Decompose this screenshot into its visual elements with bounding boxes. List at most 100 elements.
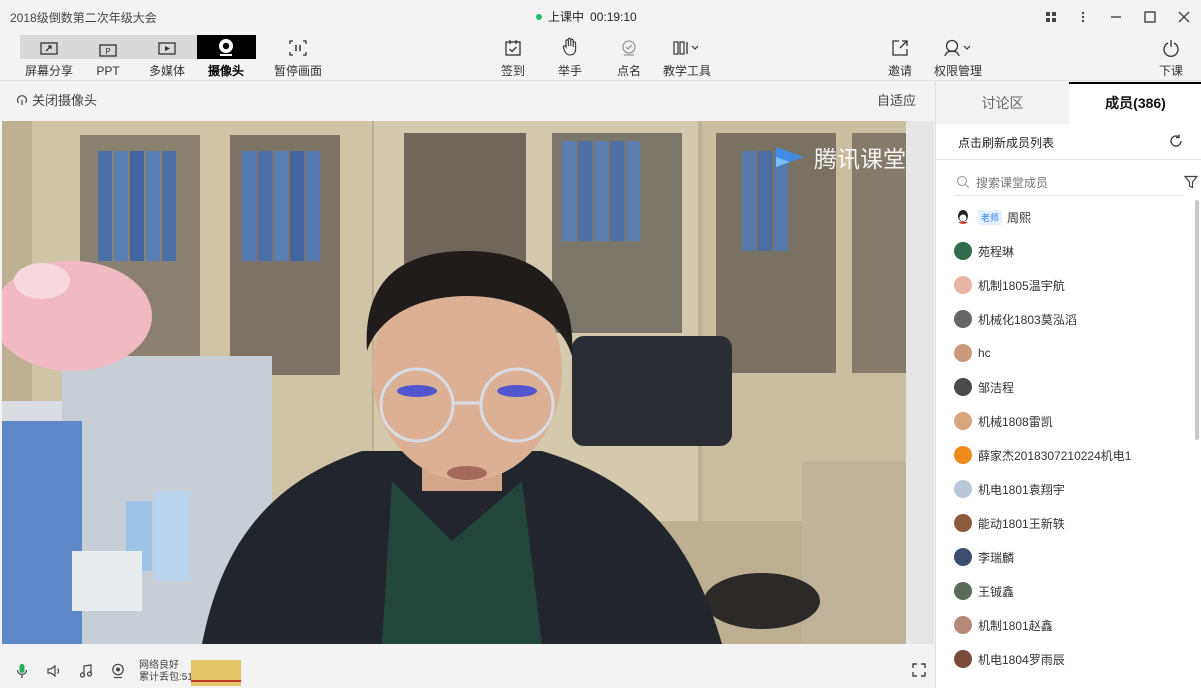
tool-invite[interactable]: 邀请 (871, 35, 929, 79)
minimize-button[interactable] (1099, 0, 1133, 33)
member-item[interactable]: 邹洁程 (954, 370, 1194, 404)
member-avatar (954, 582, 972, 600)
more-button[interactable] (1067, 0, 1099, 33)
end-class-icon (1163, 40, 1179, 57)
watermark-text: 腾讯课堂 (814, 146, 906, 172)
music-button[interactable] (77, 662, 95, 680)
tool-camera-label: 摄像头 (207, 64, 244, 78)
speaker-button[interactable] (45, 662, 63, 680)
member-avatar (954, 378, 972, 396)
member-item[interactable]: 王铖鑫 (954, 574, 1194, 608)
member-item[interactable]: 机电1801袁翔宇 (954, 472, 1194, 506)
microphone-icon (16, 664, 28, 678)
network-info: 网络良好 累计丢包:51 (139, 660, 193, 684)
close-camera-label: 关闭摄像头 (32, 93, 98, 108)
screen-share-icon (40, 42, 58, 55)
video-side-strip (906, 121, 934, 644)
member-avatar (954, 242, 972, 260)
member-avatar (954, 616, 972, 634)
camera-status-button[interactable] (109, 662, 127, 680)
member-item[interactable]: hc (954, 336, 1194, 370)
tool-teaching-tools-label: 教学工具 (662, 64, 711, 78)
more-vertical-icon (1081, 11, 1085, 22)
member-name: 李瑞麟 (978, 550, 1015, 565)
video-header: 关闭摄像头 自适应 (0, 82, 934, 121)
tab-members[interactable]: 成员(386) (1069, 82, 1201, 124)
permission-icon (944, 39, 971, 57)
member-name: 机制1801赵鑫 (978, 618, 1053, 633)
packet-loss-text: 累计丢包:51 (139, 672, 193, 683)
member-avatar (954, 310, 972, 328)
tool-roll-call[interactable]: 点名 (600, 35, 658, 79)
tab-discussion[interactable]: 讨论区 (936, 82, 1069, 124)
tool-invite-label: 邀请 (887, 64, 912, 78)
class-status-text: 上课中 (548, 10, 585, 24)
fullscreen-button[interactable] (912, 663, 926, 680)
maximize-icon (1144, 10, 1156, 23)
member-avatar (954, 480, 972, 498)
window-controls (1035, 0, 1201, 33)
member-item[interactable]: 能动1801王新轶 (954, 506, 1194, 540)
tool-checkin[interactable]: 签到 (484, 35, 542, 79)
tool-checkin-label: 签到 (500, 64, 525, 78)
tool-multimedia-label: 多媒体 (148, 64, 185, 78)
fit-mode-button[interactable]: 自适应 (877, 90, 916, 109)
refresh-member-list[interactable]: 点击刷新成员列表 (936, 124, 1201, 160)
tool-screen-share[interactable]: 屏幕分享 (20, 35, 78, 79)
member-item[interactable]: 机械1808雷凯 (954, 404, 1194, 438)
title-bar: 2018级倒数第二次年级大会 上课中 00:19:10 (0, 0, 1201, 33)
member-item[interactable]: 机制1805温宇航 (954, 268, 1194, 302)
teaching-tools-icon (673, 41, 699, 55)
member-name: 薛家杰2018307210224机电1 (978, 448, 1132, 463)
filter-icon[interactable] (1184, 175, 1198, 189)
member-item[interactable]: 薛家杰2018307210224机电1 (954, 438, 1194, 472)
tool-teaching-tools[interactable]: 教学工具 (658, 35, 716, 79)
svg-text:P: P (105, 47, 110, 56)
member-name: 邹洁程 (978, 380, 1015, 395)
member-name: 机制1805温宇航 (978, 278, 1065, 293)
grid-icon (1046, 11, 1056, 22)
member-item[interactable]: 机械化1803莫泓滔 (954, 302, 1194, 336)
tool-permission[interactable]: 权限管理 (929, 35, 987, 79)
camera-icon (219, 39, 233, 56)
close-window-button[interactable] (1167, 0, 1201, 33)
member-item[interactable]: 苑程琳 (954, 234, 1194, 268)
tool-raise-hand[interactable]: 举手 (541, 35, 599, 79)
tool-multimedia[interactable]: 多媒体 (138, 35, 196, 79)
camera-video-feed: 腾讯课堂 (2, 121, 906, 644)
camera-off-icon (16, 94, 28, 105)
fullscreen-icon (912, 663, 926, 677)
member-item[interactable]: 机电1804罗雨辰 (954, 642, 1194, 676)
network-status-text: 网络良好 (139, 660, 179, 671)
member-name: 能动1801王新轶 (978, 516, 1065, 531)
grid-menu-button[interactable] (1035, 0, 1067, 33)
class-timer: 00:19:10 (590, 9, 637, 24)
speaker-icon (47, 664, 60, 678)
member-name: 机械1808雷凯 (978, 414, 1053, 429)
tool-raise-hand-label: 举手 (557, 64, 582, 78)
tool-end-class[interactable]: 下课 (1142, 35, 1200, 79)
roll-call-icon (622, 40, 636, 56)
microphone-button[interactable] (13, 662, 31, 680)
member-avatar (954, 276, 972, 294)
maximize-button[interactable] (1133, 0, 1167, 33)
live-dot-icon (536, 13, 542, 20)
close-icon (1178, 11, 1190, 22)
refresh-member-list-label: 点击刷新成员列表 (958, 136, 1055, 150)
member-list-scrollbar[interactable] (1195, 200, 1199, 440)
music-note-icon (79, 664, 93, 678)
refresh-icon[interactable] (1168, 133, 1184, 149)
pause-frame-icon (289, 40, 307, 56)
tool-ppt[interactable]: P PPT (79, 35, 137, 79)
member-item[interactable]: 老师 周熙 (954, 200, 1194, 234)
search-icon (956, 175, 970, 189)
tool-camera[interactable]: 摄像头 (197, 35, 255, 79)
side-panel: 讨论区 成员(386) 点击刷新成员列表 老师 周熙 苑程琳 机制1805温宇航… (935, 82, 1201, 688)
member-item[interactable]: 李瑞麟 (954, 540, 1194, 574)
close-camera-button[interactable]: 关闭摄像头 (16, 90, 97, 109)
member-item[interactable]: 机制1801赵鑫 (954, 608, 1194, 642)
checkin-icon (505, 40, 521, 56)
tool-pause-frame[interactable]: 暂停画面 (269, 35, 327, 79)
member-avatar (954, 650, 972, 668)
member-search-input[interactable] (976, 174, 1156, 192)
